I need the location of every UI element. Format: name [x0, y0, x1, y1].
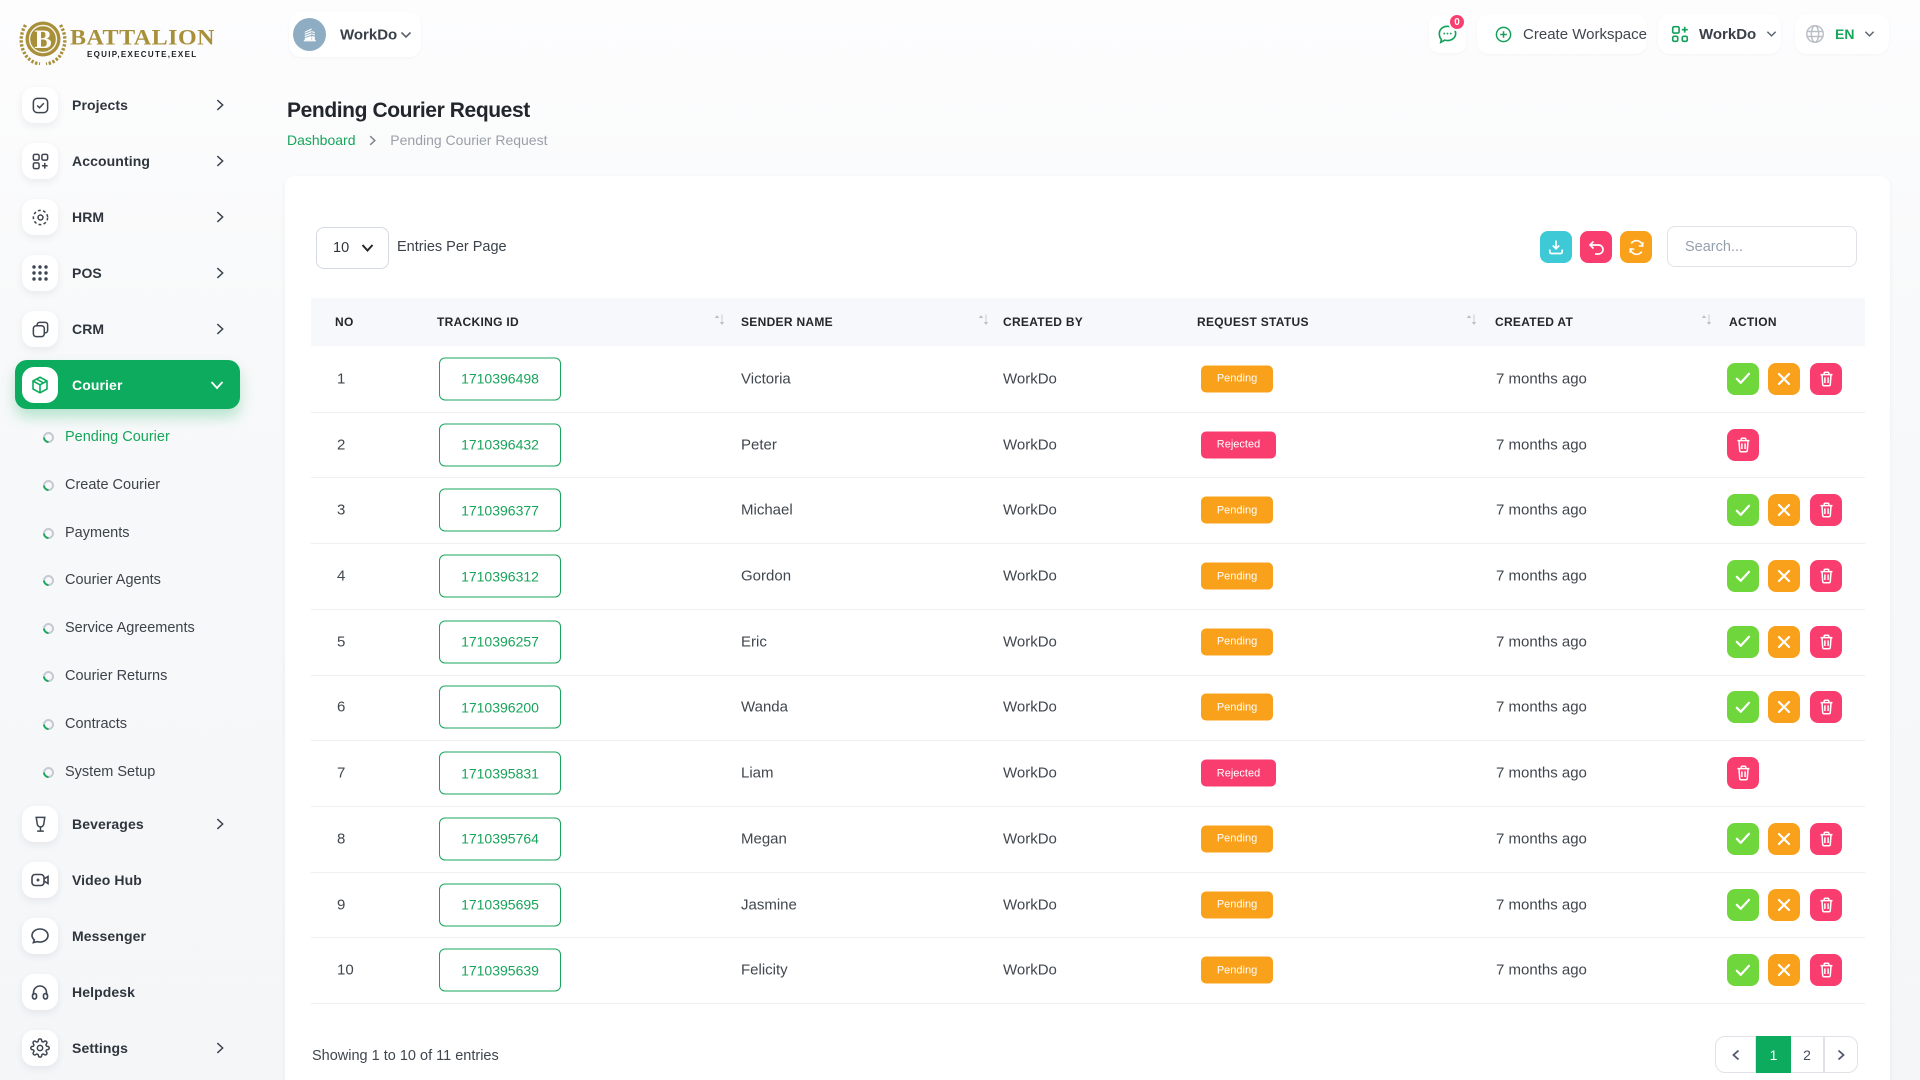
svg-text:B: B	[34, 25, 51, 54]
